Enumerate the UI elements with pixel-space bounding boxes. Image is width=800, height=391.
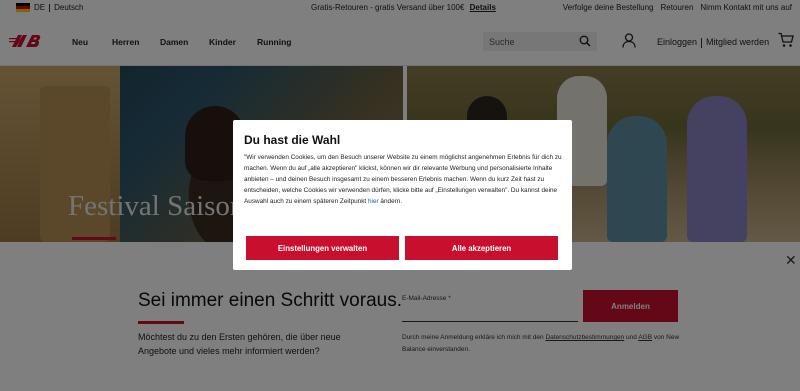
cookie-change-link[interactable]: hier — [368, 198, 379, 205]
cookie-dialog-title: Du hast die Wahl — [244, 133, 341, 147]
cookie-text-end: ändern. — [378, 197, 403, 205]
accept-all-button[interactable]: Alle akzeptieren — [405, 236, 558, 260]
manage-settings-button[interactable]: Einstellungen verwalten — [246, 236, 399, 260]
cookie-consent-dialog: Du hast die Wahl "Wir verwenden Cookies,… — [233, 120, 572, 270]
cookie-text-main: "Wir verwenden Cookies, um den Besuch un… — [244, 154, 562, 205]
cookie-dialog-text: "Wir verwenden Cookies, um den Besuch un… — [244, 153, 564, 208]
